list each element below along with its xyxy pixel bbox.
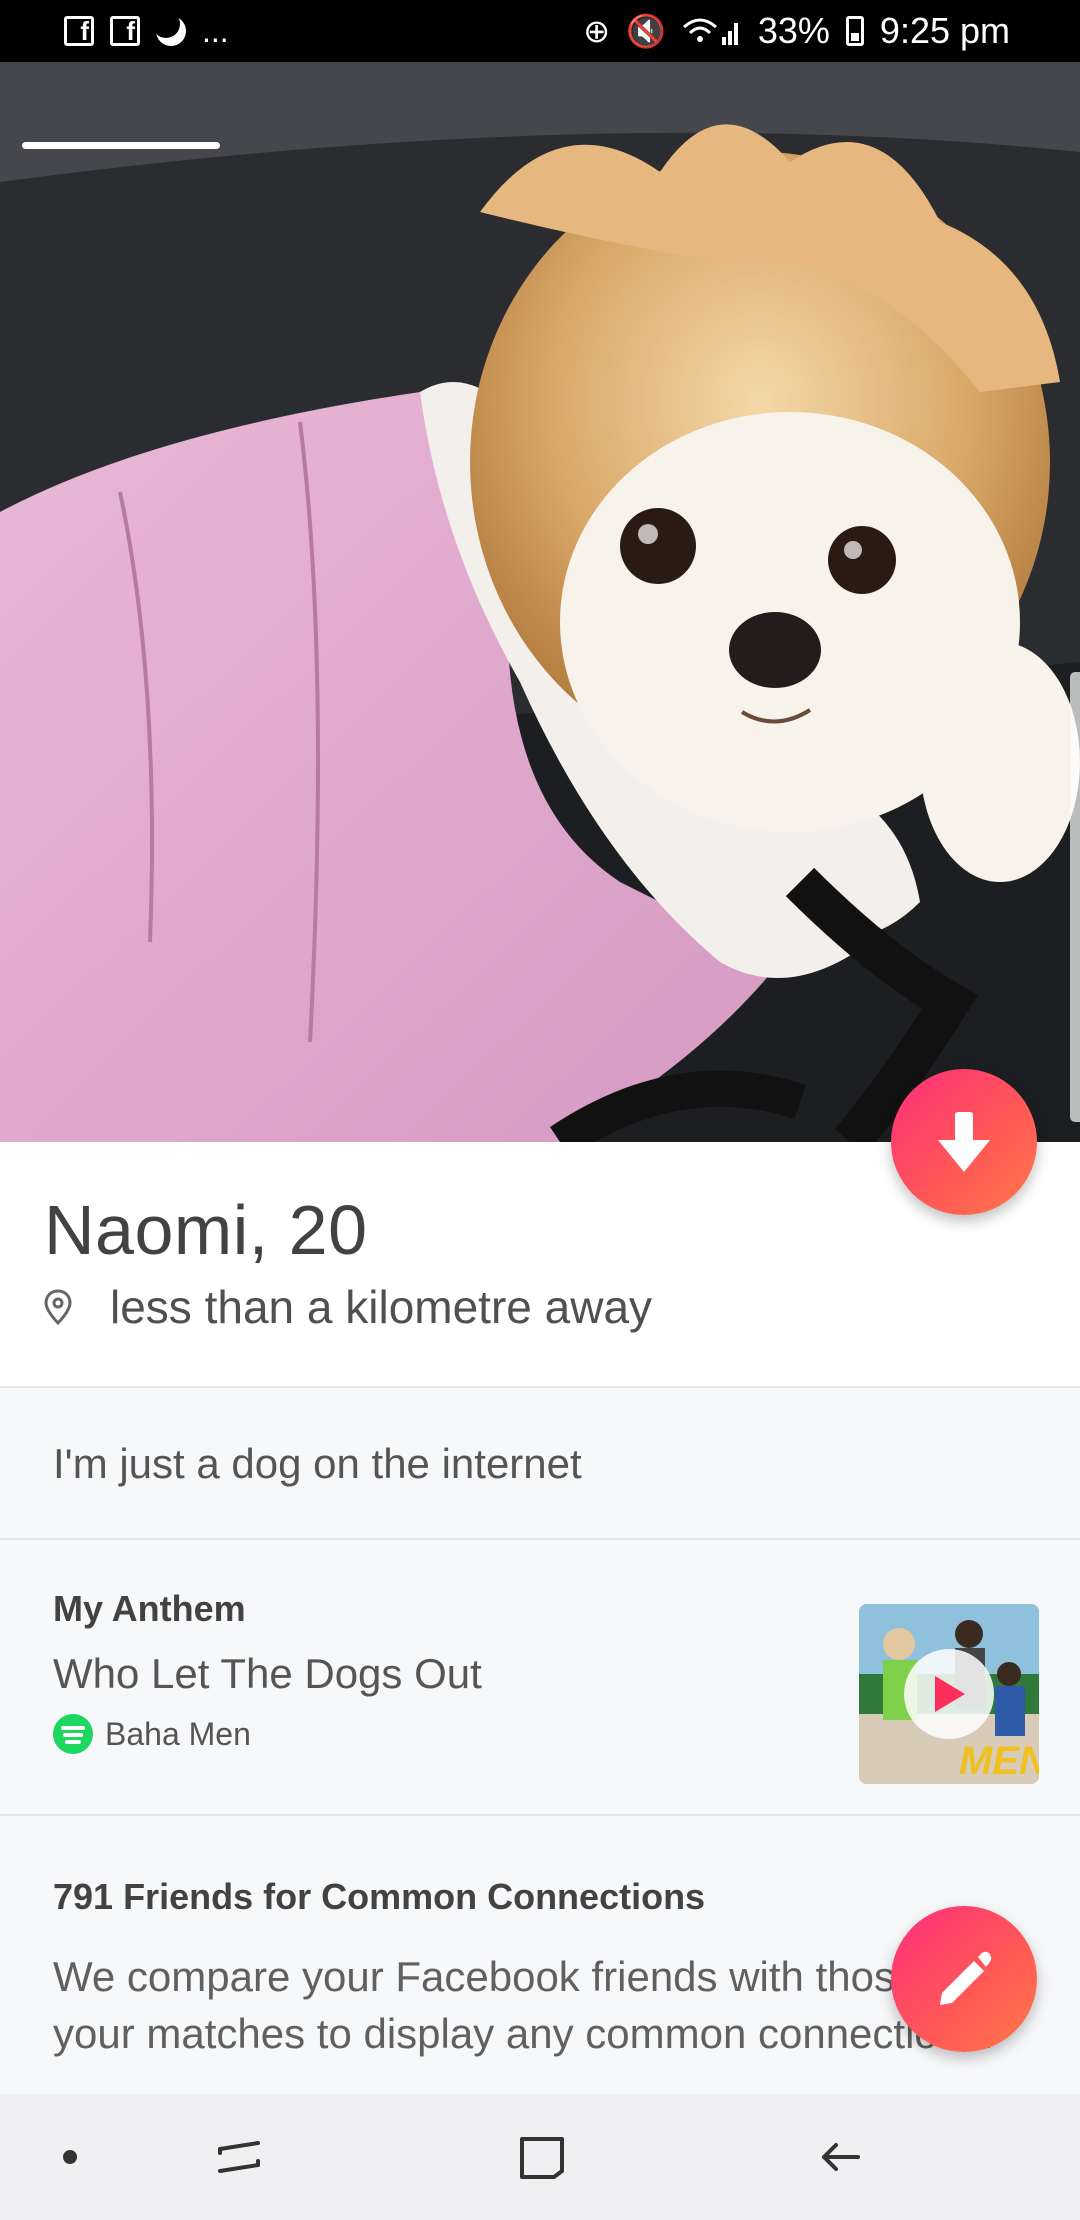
- status-system: ⊕ 🔇 33% 9:25 pm: [583, 10, 1010, 52]
- profile-photo[interactable]: [0, 62, 1080, 1142]
- home-icon[interactable]: [512, 2127, 572, 2187]
- wifi-signal-icon: [682, 18, 738, 45]
- distance-text: less than a kilometre away: [110, 1281, 653, 1333]
- status-notifications: ...: [64, 10, 229, 49]
- spotify-icon: [53, 1714, 93, 1754]
- facebook-icon: [110, 16, 140, 47]
- battery-icon: [845, 16, 864, 46]
- anthem-section: My Anthem Who Let The Dogs Out Baha Men: [0, 1540, 1080, 1816]
- status-overflow: ...: [202, 13, 229, 49]
- profile-screen: ... ⊕ 🔇 33% 9:25 pm: [0, 0, 1080, 2220]
- anthem-song-title: Who Let The Dogs Out: [53, 1650, 482, 1697]
- anthem-heading: My Anthem: [53, 1588, 246, 1629]
- bio-section: I'm just a dog on the internet: [0, 1388, 1080, 1540]
- mute-icon: 🔇: [626, 13, 666, 49]
- edit-profile-button[interactable]: [891, 1906, 1037, 2052]
- facebook-icon: [64, 16, 94, 47]
- status-bar: ... ⊕ 🔇 33% 9:25 pm: [0, 0, 1080, 62]
- profile-name-age: Naomi, 20: [44, 1191, 368, 1269]
- recent-apps-icon[interactable]: [210, 2127, 270, 2187]
- anthem-artist: Baha Men: [105, 1715, 251, 1752]
- back-icon[interactable]: [814, 2127, 874, 2187]
- location-pin-icon: [44, 1289, 72, 1325]
- nav-dot-icon[interactable]: [40, 2127, 100, 2187]
- common-connections-heading: 791 Friends for Common Connections: [53, 1876, 706, 1917]
- album-art-thumbnail[interactable]: MEN: [859, 1604, 1039, 1784]
- collapse-profile-button[interactable]: [891, 1069, 1037, 1215]
- do-not-disturb-icon: [152, 10, 186, 46]
- bio-text: I'm just a dog on the internet: [53, 1440, 582, 1487]
- dog-photo-illustration: [0, 62, 1080, 1142]
- photo-progress-indicator: [22, 142, 220, 149]
- arrow-down-icon: [938, 1112, 990, 1172]
- album-cover-text: MEN: [959, 1739, 1039, 1783]
- play-icon: [935, 1676, 965, 1712]
- common-connections-description: We compare your Facebook friends with th…: [53, 1953, 994, 2057]
- data-saver-icon: ⊕: [583, 13, 611, 49]
- location-row: less than a kilometre away: [44, 1280, 652, 1334]
- system-nav-bar: [0, 2094, 1080, 2220]
- pencil-icon: [940, 1951, 992, 2005]
- battery-percent: 33%: [757, 10, 830, 51]
- anthem-artist-row: Baha Men: [53, 1714, 251, 1754]
- clock: 9:25 pm: [879, 10, 1010, 51]
- photo-scroll-hint: [1070, 672, 1080, 1122]
- play-button[interactable]: [904, 1649, 994, 1739]
